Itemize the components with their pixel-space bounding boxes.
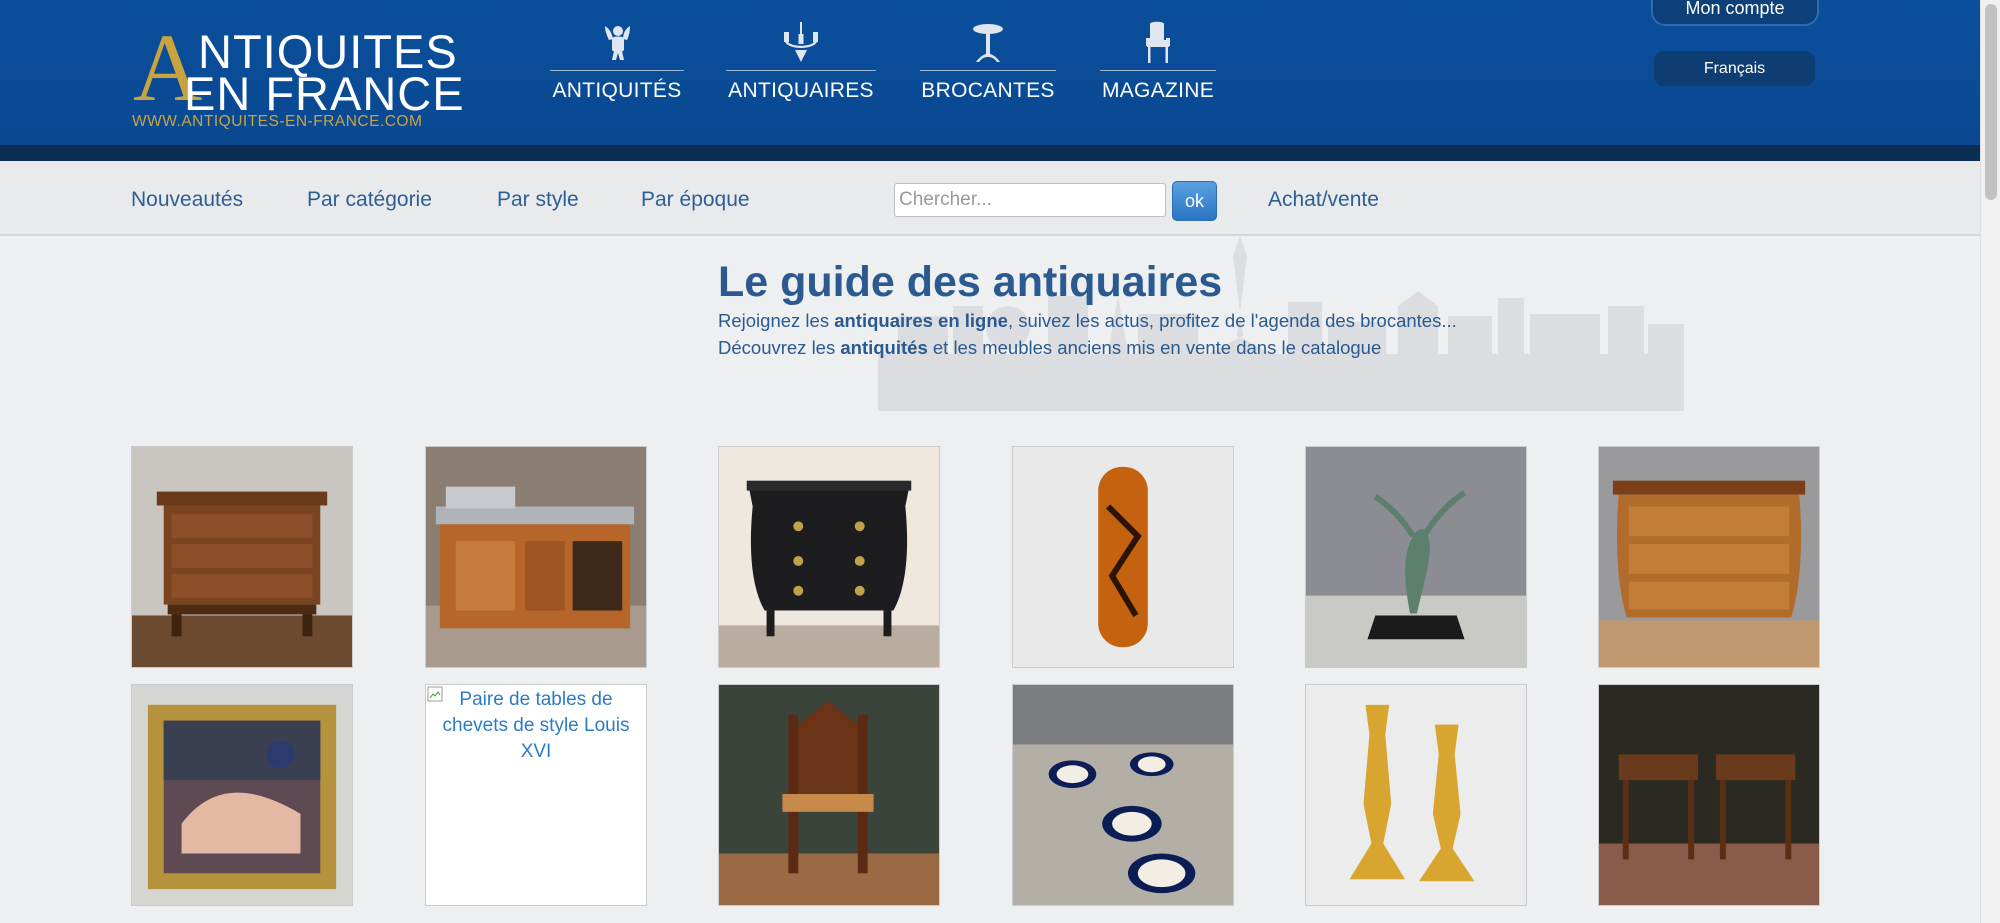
gothic-chair-image xyxy=(719,685,939,905)
armchair-icon xyxy=(1146,21,1170,63)
brass-candlesticks-image xyxy=(1306,685,1526,905)
product-thumb-bedside-tables[interactable]: Paire de tables de chevets de style Loui… xyxy=(425,684,647,906)
subnav-achat-vente[interactable]: Achat/vente xyxy=(1268,188,1379,212)
intro-line-1: Rejoignez les antiquaires en ligne, suiv… xyxy=(718,310,1457,332)
nav-brocantes[interactable]: BROCANTES xyxy=(920,20,1056,103)
intro-line-2: Découvrez les antiquités et les meubles … xyxy=(718,337,1381,359)
pedestal-table-icon xyxy=(973,24,1003,62)
intro-link-antiquites[interactable]: antiquités xyxy=(840,337,927,358)
chandelier-icon xyxy=(784,22,818,62)
my-account-button[interactable]: Mon compte xyxy=(1651,0,1819,26)
logo-line-2: EN FRANCE xyxy=(184,67,465,120)
nav-brocantes-label: BROCANTES xyxy=(921,79,1055,102)
nav-magazine-label: MAGAZINE xyxy=(1101,79,1215,102)
language-button[interactable]: Français xyxy=(1654,51,1815,86)
cherub-icon xyxy=(605,26,630,60)
header-bottom-band xyxy=(0,145,1980,161)
subnav-nouveautes[interactable]: Nouveautés xyxy=(131,188,243,212)
lacquered-glasses-case-image xyxy=(1013,447,1233,667)
subnav-par-style[interactable]: Par style xyxy=(497,188,579,212)
intro-link-antiquaires[interactable]: antiquaires en ligne xyxy=(834,310,1008,331)
small-chest-of-drawers-image xyxy=(132,447,352,667)
product-thumb-candlesticks[interactable] xyxy=(1305,684,1527,906)
page-title: Le guide des antiquaires xyxy=(718,258,1223,306)
scrollbar-thumb[interactable] xyxy=(1985,4,1997,200)
product-thumb-bar-counter[interactable] xyxy=(425,446,647,668)
marquetry-commode-image xyxy=(1599,447,1819,667)
subnav-par-categorie[interactable]: Par catégorie xyxy=(307,188,432,212)
logo-url: WWW.ANTIQUITES-EN-FRANCE.COM xyxy=(132,113,423,130)
product-thumb-glasses-case[interactable] xyxy=(1012,446,1234,668)
product-thumb-porcelain-plates[interactable] xyxy=(1012,684,1234,906)
site-logo[interactable]: A NTIQUITES EN FRANCE WWW.ANTIQUITES-EN-… xyxy=(130,20,464,134)
product-thumb-gothic-chair[interactable] xyxy=(718,684,940,906)
intro-line-1-pre: Rejoignez les xyxy=(718,310,835,331)
nav-divider xyxy=(550,70,684,71)
search-input[interactable] xyxy=(894,183,1166,217)
bronze-dancer-sculpture-image xyxy=(1306,447,1526,667)
nav-divider xyxy=(726,70,876,71)
porcelain-plates-image xyxy=(1013,685,1233,905)
secondary-nav: Nouveautés Par catégorie Par style Par é… xyxy=(0,161,1980,236)
nav-antiquaires[interactable]: ANTIQUAIRES xyxy=(726,20,876,103)
framed-painting-image xyxy=(132,685,352,905)
site-header: A NTIQUITES EN FRANCE WWW.ANTIQUITES-EN-… xyxy=(0,0,1980,161)
black-commode-image xyxy=(719,447,939,667)
pair-of-side-tables-image xyxy=(1599,685,1819,905)
product-thumb-nude-painting[interactable] xyxy=(131,684,353,906)
intro-line-1-post: , suivez les actus, profitez de l'agenda… xyxy=(1007,310,1457,331)
nav-divider xyxy=(920,70,1056,71)
product-thumb-bronze-dancer[interactable] xyxy=(1305,446,1527,668)
vertical-scrollbar[interactable] xyxy=(1980,0,2000,923)
nav-antiquites[interactable]: ANTIQUITÉS xyxy=(550,20,684,103)
product-thumb-marquetry-commode[interactable] xyxy=(1598,446,1820,668)
intro-line-2-pre: Découvrez les xyxy=(718,337,841,358)
nav-divider xyxy=(1100,70,1216,71)
broken-image-icon xyxy=(427,686,443,702)
subnav-par-epoque[interactable]: Par époque xyxy=(641,188,750,212)
bedside-tables-alt-text[interactable]: Paire de tables de chevets de style Loui… xyxy=(426,687,646,765)
zinc-bar-counter-image xyxy=(426,447,646,667)
nav-antiquaires-label: ANTIQUAIRES xyxy=(728,79,874,102)
intro-line-2-post: et les meubles anciens mis en vente dans… xyxy=(927,337,1382,358)
search-submit-button[interactable]: ok xyxy=(1172,181,1217,221)
nav-antiquites-label: ANTIQUITÉS xyxy=(552,79,682,102)
nav-magazine[interactable]: MAGAZINE xyxy=(1100,20,1216,103)
product-thumb-small-chest[interactable] xyxy=(131,446,353,668)
product-thumb-black-commode[interactable] xyxy=(718,446,940,668)
product-thumb-side-tables[interactable] xyxy=(1598,684,1820,906)
